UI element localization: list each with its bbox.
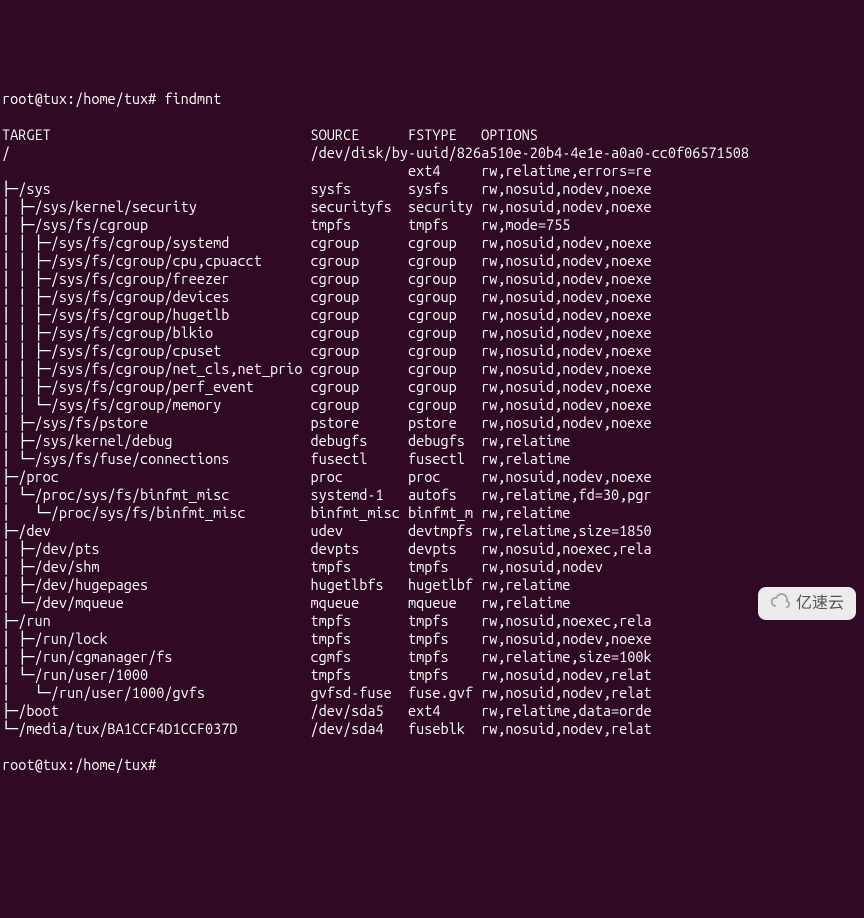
output-line: │ └─/proc/sys/fs/binfmt_misc binfmt_misc…	[2, 504, 862, 522]
output-line: ├─/sys sysfs sysfs rw,nosuid,nodev,noexe	[2, 180, 862, 198]
output-line: │ ├─/run/cgmanager/fs cgmfs tmpfs rw,rel…	[2, 648, 862, 666]
output-line: ├─/proc proc proc rw,nosuid,nodev,noexe	[2, 468, 862, 486]
findmnt-output: TARGET SOURCE FSTYPE OPTIONS/ /dev/disk/…	[2, 126, 862, 738]
output-line: │ │ ├─/sys/fs/cgroup/freezer cgroup cgro…	[2, 270, 862, 288]
output-line: ├─/run tmpfs tmpfs rw,nosuid,noexec,rela	[2, 612, 862, 630]
output-line: │ └─/proc/sys/fs/binfmt_misc systemd-1 a…	[2, 486, 862, 504]
output-line: │ └─/run/user/1000 tmpfs tmpfs rw,nosuid…	[2, 666, 862, 684]
output-line: │ ├─/dev/pts devpts devpts rw,nosuid,noe…	[2, 540, 862, 558]
output-line: │ │ ├─/sys/fs/cgroup/hugetlb cgroup cgro…	[2, 306, 862, 324]
output-line: TARGET SOURCE FSTYPE OPTIONS	[2, 126, 862, 144]
terminal[interactable]: root@tux:/home/tux# findmnt TARGET SOURC…	[0, 72, 864, 792]
output-line: │ ├─/sys/kernel/debug debugfs debugfs rw…	[2, 432, 862, 450]
output-line: │ │ ├─/sys/fs/cgroup/devices cgroup cgro…	[2, 288, 862, 306]
output-line: │ │ ├─/sys/fs/cgroup/perf_event cgroup c…	[2, 378, 862, 396]
output-line: │ └─/sys/fs/fuse/connections fusectl fus…	[2, 450, 862, 468]
output-line: │ │ ├─/sys/fs/cgroup/systemd cgroup cgro…	[2, 234, 862, 252]
prompt-line-bottom: root@tux:/home/tux#	[2, 756, 862, 774]
output-line: ├─/boot /dev/sda5 ext4 rw,relatime,data=…	[2, 702, 862, 720]
output-line: │ │ ├─/sys/fs/cgroup/cpuset cgroup cgrou…	[2, 342, 862, 360]
output-line: │ └─/dev/mqueue mqueue mqueue rw,relatim…	[2, 594, 862, 612]
output-line: ext4 rw,relatime,errors=re	[2, 162, 862, 180]
output-line: │ │ └─/sys/fs/cgroup/memory cgroup cgrou…	[2, 396, 862, 414]
output-line: │ ├─/sys/fs/cgroup tmpfs tmpfs rw,mode=7…	[2, 216, 862, 234]
output-line: │ │ ├─/sys/fs/cgroup/net_cls,net_prio cg…	[2, 360, 862, 378]
prompt-line-top: root@tux:/home/tux# findmnt	[2, 90, 862, 108]
watermark-text: 亿速云	[796, 595, 844, 613]
cloud-icon	[770, 591, 790, 616]
output-line: / /dev/disk/by-uuid/826a510e-20b4-4e1e-a…	[2, 144, 862, 162]
output-line: └─/media/tux/BA1CCF4D1CCF037D /dev/sda4 …	[2, 720, 862, 738]
output-line: │ └─/run/user/1000/gvfs gvfsd-fuse fuse.…	[2, 684, 862, 702]
output-line: │ │ ├─/sys/fs/cgroup/blkio cgroup cgroup…	[2, 324, 862, 342]
output-line: │ │ ├─/sys/fs/cgroup/cpu,cpuacct cgroup …	[2, 252, 862, 270]
watermark-badge: 亿速云	[758, 587, 856, 620]
output-line: ├─/dev udev devtmpfs rw,relatime,size=18…	[2, 522, 862, 540]
output-line: │ ├─/run/lock tmpfs tmpfs rw,nosuid,node…	[2, 630, 862, 648]
output-line: │ ├─/sys/fs/pstore pstore pstore rw,nosu…	[2, 414, 862, 432]
output-line: │ ├─/dev/hugepages hugetlbfs hugetlbf rw…	[2, 576, 862, 594]
output-line: │ ├─/sys/kernel/security securityfs secu…	[2, 198, 862, 216]
output-line: │ ├─/dev/shm tmpfs tmpfs rw,nosuid,nodev	[2, 558, 862, 576]
